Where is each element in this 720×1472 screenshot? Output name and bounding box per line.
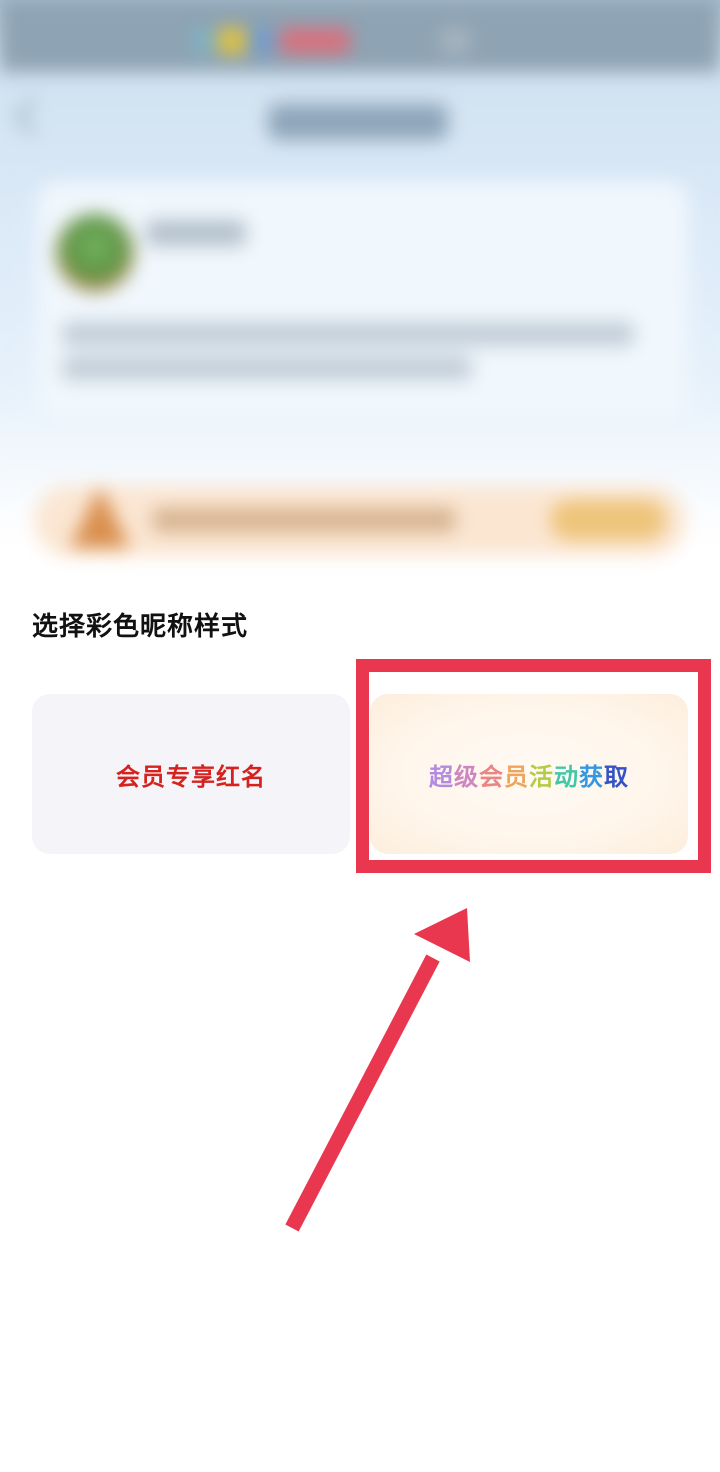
rainbow-char: 获 <box>579 762 604 791</box>
rainbow-char: 级 <box>454 762 479 791</box>
avatar <box>56 214 134 292</box>
option-label: 会员专享红名 <box>116 762 266 791</box>
rainbow-char: 会 <box>479 762 504 791</box>
promo-button[interactable] <box>550 500 666 540</box>
rainbow-char: 取 <box>604 762 629 791</box>
preview-text-line <box>62 322 634 346</box>
option-label-rainbow: 超级会员活动获取 <box>429 757 629 792</box>
rainbow-char: 动 <box>554 762 579 791</box>
rainbow-char: 超 <box>429 762 454 791</box>
nickname-style-option-red[interactable]: 会员专享红名 <box>32 694 350 854</box>
status-bar <box>0 0 720 72</box>
screen: 选择彩色昵称样式 会员专享红名 超级会员活动获取 <box>0 0 720 1472</box>
promo-icon <box>70 486 130 548</box>
rainbow-char: 员 <box>504 762 529 791</box>
blurred-header-area <box>0 0 720 580</box>
nickname-style-option-rainbow[interactable]: 超级会员活动获取 <box>370 694 688 854</box>
page-title <box>268 104 448 140</box>
promo-text <box>152 508 456 532</box>
rainbow-char: 活 <box>529 762 554 791</box>
nickname-preview-card <box>38 182 688 418</box>
section-title: 选择彩色昵称样式 <box>32 612 249 642</box>
preview-text-line <box>62 356 472 380</box>
preview-nickname <box>146 220 246 246</box>
